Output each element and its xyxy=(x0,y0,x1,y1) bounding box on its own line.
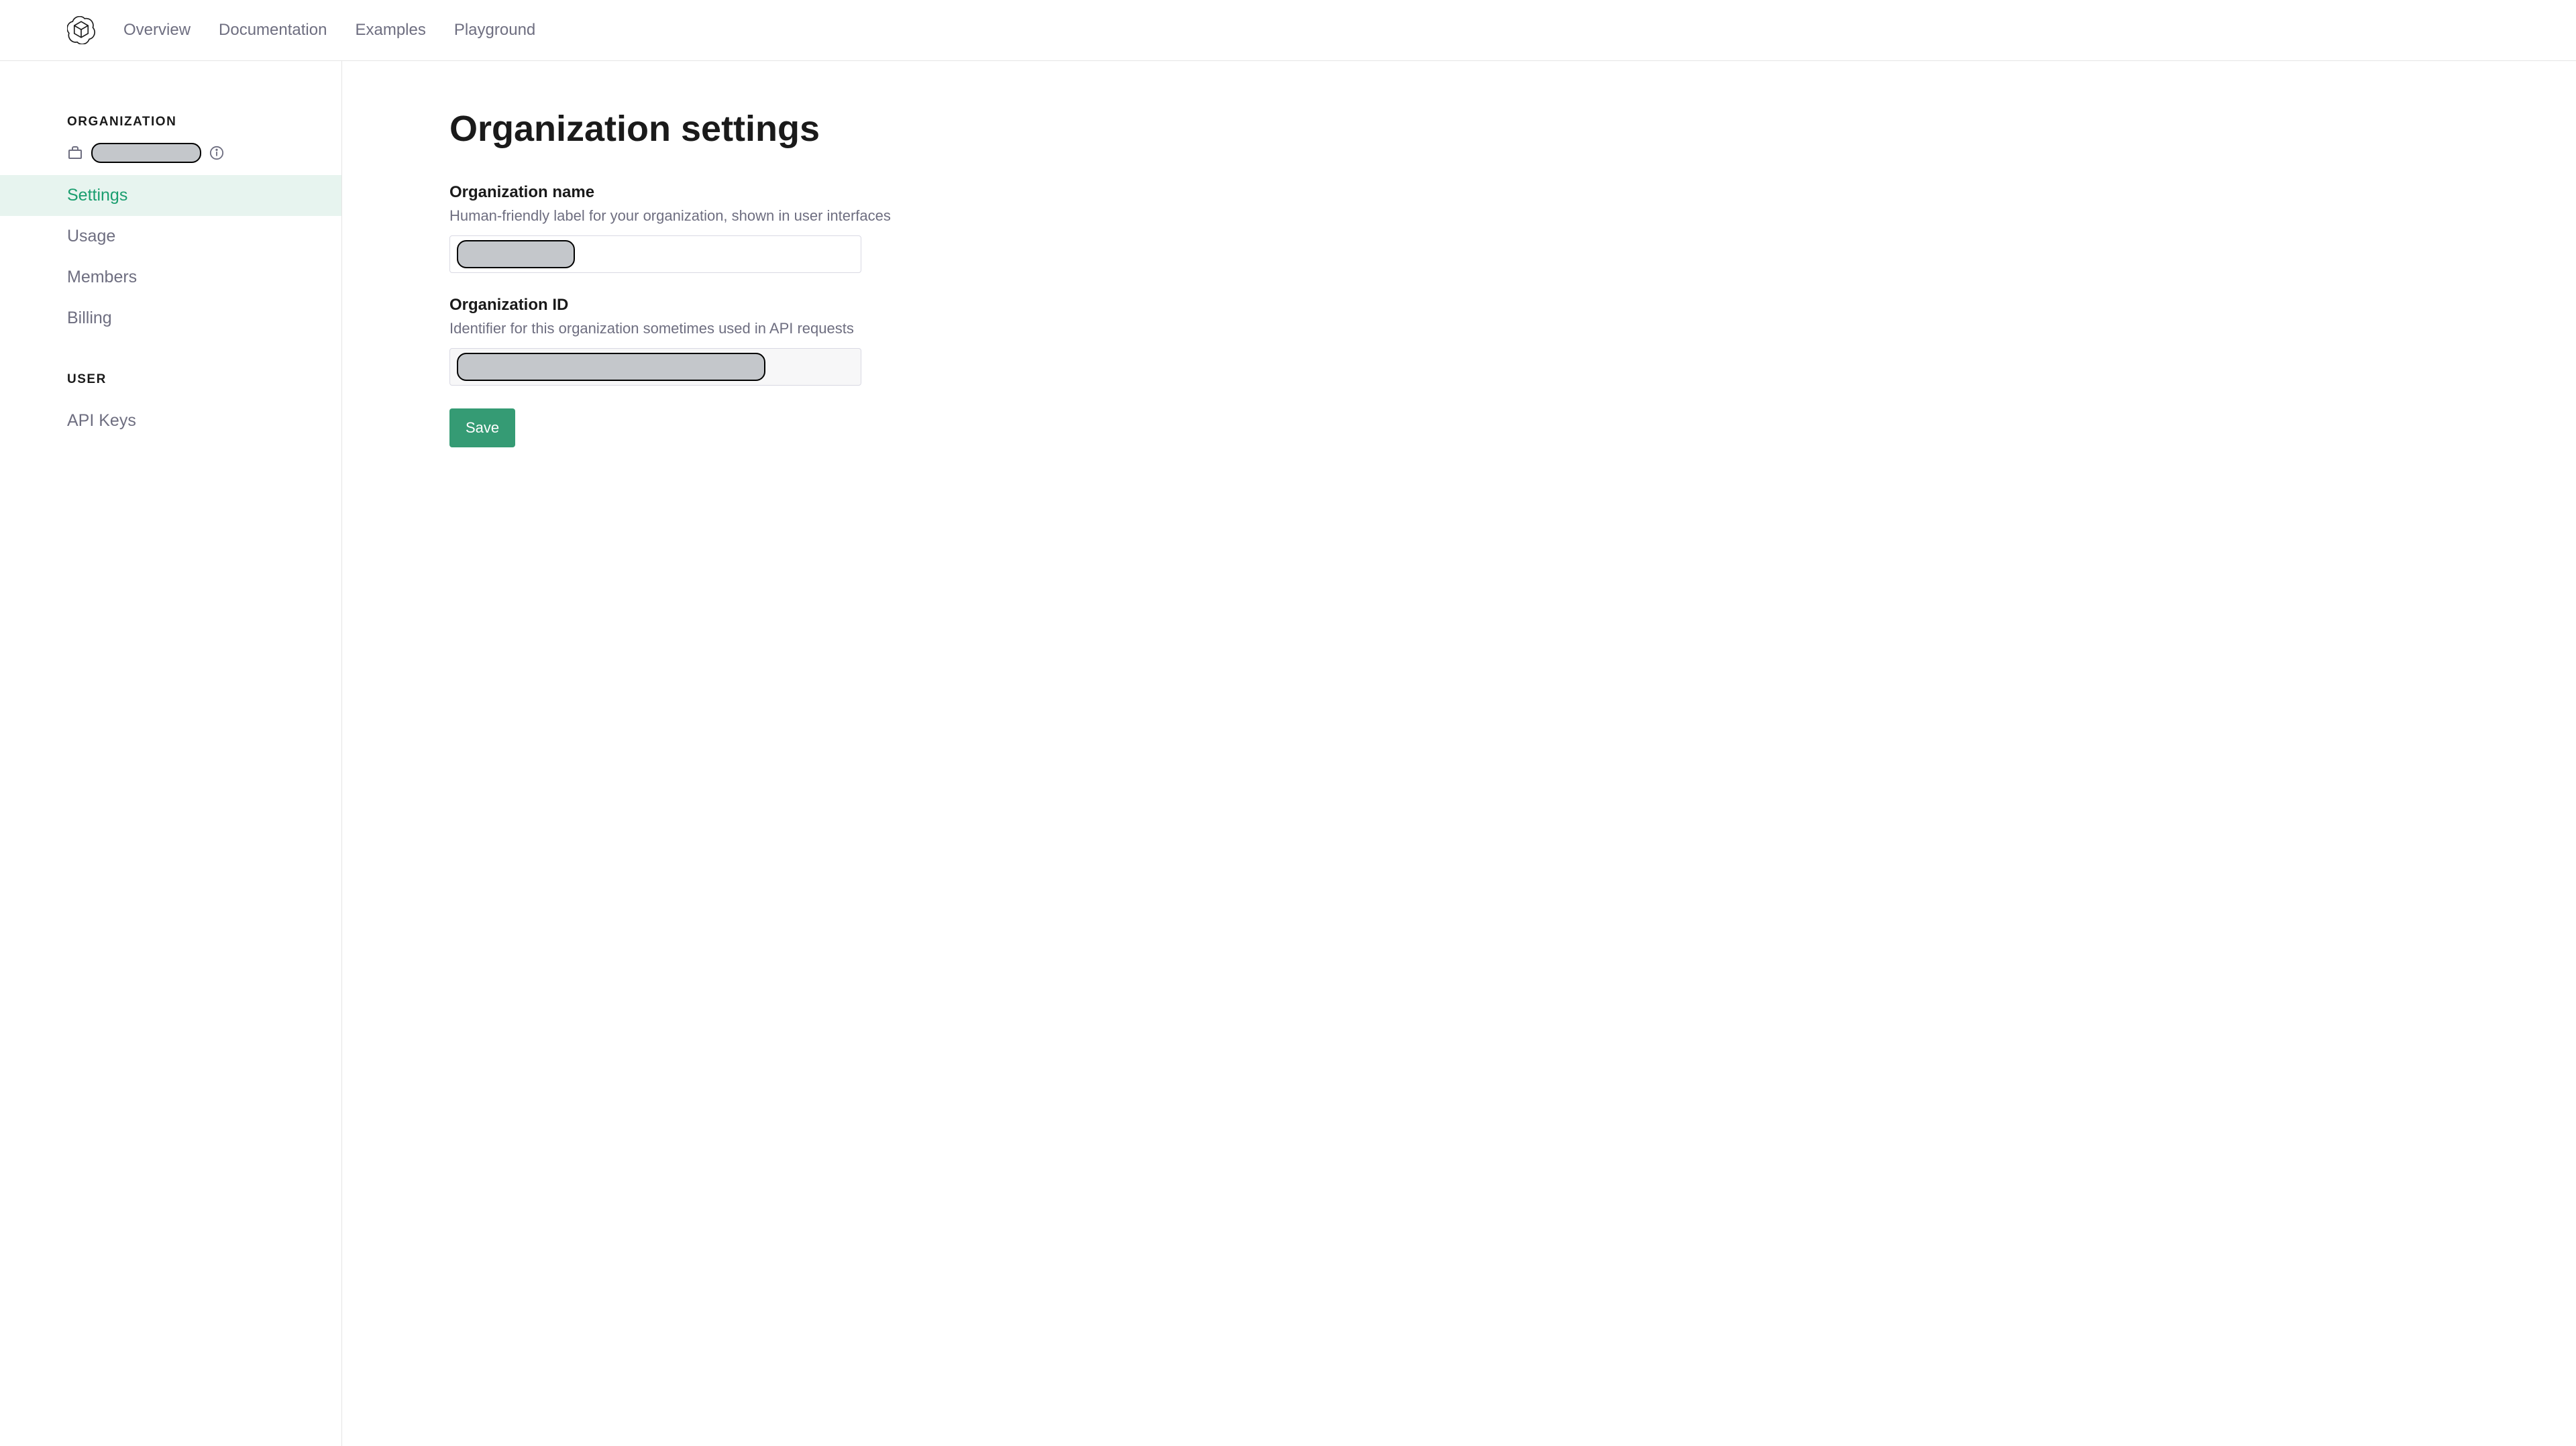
org-id-input xyxy=(449,348,861,386)
org-name-value-redacted xyxy=(457,240,575,268)
top-nav: Overview Documentation Examples Playgrou… xyxy=(0,0,2576,61)
org-id-label: Organization ID xyxy=(449,296,2516,315)
org-name-field-group: Organization name Human-friendly label f… xyxy=(449,183,2516,273)
sidebar-section-organization: ORGANIZATION xyxy=(0,115,341,143)
org-name-desc: Human-friendly label for your organizati… xyxy=(449,207,2516,225)
org-id-field-group: Organization ID Identifier for this orga… xyxy=(449,296,2516,386)
nav-documentation[interactable]: Documentation xyxy=(219,21,327,40)
openai-logo-icon[interactable] xyxy=(67,16,95,44)
nav-examples[interactable]: Examples xyxy=(355,21,425,40)
nav-playground[interactable]: Playground xyxy=(454,21,535,40)
sidebar-item-usage[interactable]: Usage xyxy=(0,216,341,257)
layout: ORGANIZATION Settings Usage Members Bill… xyxy=(0,61,2576,1446)
sidebar: ORGANIZATION Settings Usage Members Bill… xyxy=(0,61,342,1446)
sidebar-item-settings[interactable]: Settings xyxy=(0,175,341,216)
briefcase-icon xyxy=(67,145,83,161)
sidebar-item-billing[interactable]: Billing xyxy=(0,298,341,339)
page-title: Organization settings xyxy=(449,108,2516,150)
org-id-value-redacted xyxy=(457,353,765,381)
save-button[interactable]: Save xyxy=(449,408,515,447)
sidebar-section-user: USER xyxy=(0,372,341,400)
info-icon[interactable] xyxy=(209,146,224,160)
org-id-desc: Identifier for this organization sometim… xyxy=(449,320,2516,337)
sidebar-item-members[interactable]: Members xyxy=(0,257,341,298)
sidebar-spacer xyxy=(0,339,341,372)
org-selector-row[interactable] xyxy=(0,143,341,175)
org-name-input[interactable] xyxy=(449,235,861,273)
sidebar-item-api-keys[interactable]: API Keys xyxy=(0,400,341,441)
nav-overview[interactable]: Overview xyxy=(123,21,191,40)
org-name-redacted xyxy=(91,143,201,163)
org-name-label: Organization name xyxy=(449,183,2516,202)
main-content: Organization settings Organization name … xyxy=(342,61,2576,1446)
